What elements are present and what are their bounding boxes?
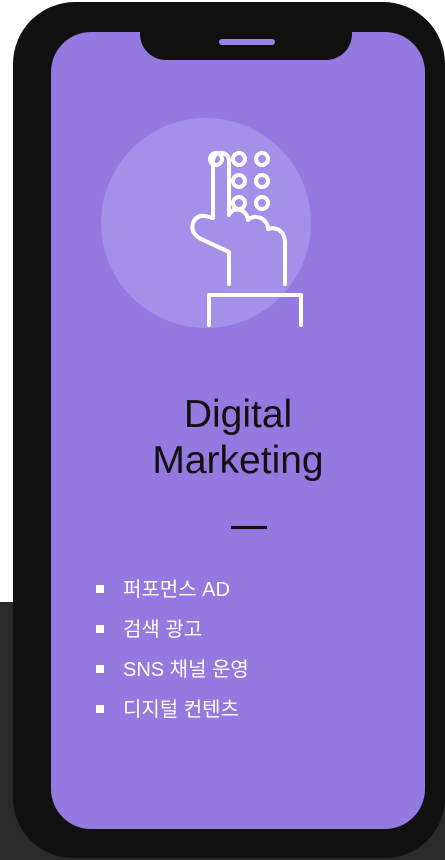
service-label: 퍼포먼스 AD	[123, 579, 230, 601]
service-item-performance-ad: 퍼포먼스 AD	[93, 570, 249, 610]
title-line-1: Digital	[183, 393, 293, 436]
hand-touch-keypad-icon	[190, 151, 303, 327]
service-list: 퍼포먼스 AD 검색 광고 SNS 채널 운영 디지털 컨텐츠	[93, 570, 249, 730]
bullet-icon	[96, 585, 104, 593]
service-label: 디지털 컨텐츠	[123, 699, 239, 721]
service-item-digital-content: 디지털 컨텐츠	[93, 690, 249, 730]
stage: Digital Marketing 퍼포먼스 AD 검색 광고 SNS 채널 운…	[0, 0, 445, 860]
service-label: SNS 채널 운영	[123, 659, 249, 681]
bullet-icon	[96, 665, 104, 673]
card-title: Digital Marketing	[51, 392, 425, 484]
speaker-bar	[219, 39, 275, 45]
phone-frame: Digital Marketing 퍼포먼스 AD 검색 광고 SNS 채널 운…	[13, 2, 445, 858]
title-divider	[231, 526, 267, 529]
service-item-search-ad: 검색 광고	[93, 610, 249, 650]
bullet-icon	[96, 705, 104, 713]
bullet-icon	[96, 625, 104, 633]
service-label: 검색 광고	[123, 619, 203, 641]
service-item-sns-channel: SNS 채널 운영	[93, 650, 249, 690]
phone-notch	[140, 4, 352, 60]
title-line-2: Marketing	[152, 439, 324, 482]
